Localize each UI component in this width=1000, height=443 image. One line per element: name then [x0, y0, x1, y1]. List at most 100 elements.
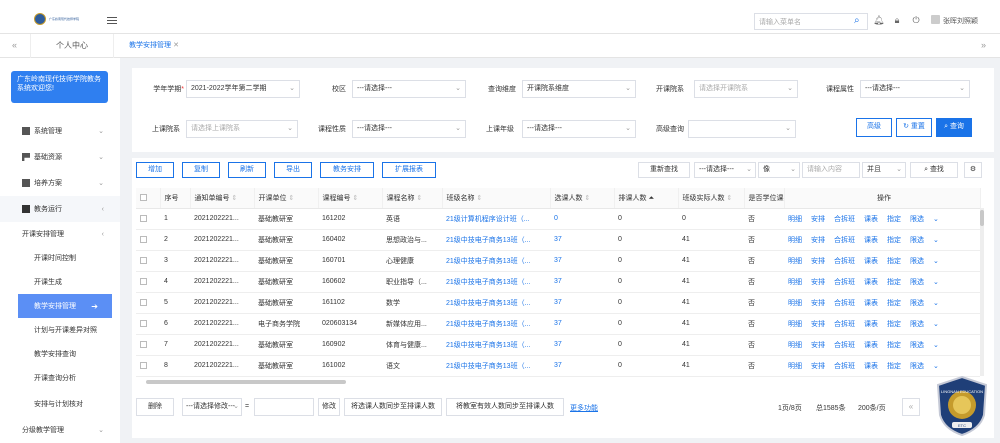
row-checkbox[interactable]	[136, 292, 160, 314]
requery-button[interactable]: 重新查找	[638, 162, 690, 178]
attr-select[interactable]: ---请选择--- ⌄	[860, 80, 970, 98]
cell-selected[interactable]: 37	[550, 250, 614, 272]
row-checkbox[interactable]	[136, 355, 160, 377]
search-icon[interactable]: ⌕	[854, 16, 864, 26]
row-action-link[interactable]: 指定	[887, 216, 901, 223]
bell-icon[interactable]: 🔔︎	[873, 15, 884, 25]
dept-select[interactable]: 请选择开课院系 ⌄	[694, 80, 798, 98]
modify-button[interactable]: 修改	[318, 398, 340, 416]
row-action-link[interactable]: 限选	[910, 363, 924, 370]
row-action-link[interactable]: 课表	[864, 342, 878, 349]
settings-icon[interactable]: ⚙	[964, 162, 982, 178]
row-action-link[interactable]: 指定	[887, 300, 901, 307]
export-button[interactable]: 导出	[274, 162, 312, 178]
add-button[interactable]: 增加	[136, 162, 174, 178]
row-checkbox[interactable]	[136, 334, 160, 356]
reset-button[interactable]: ↻ 重置	[896, 118, 932, 137]
table-row[interactable]: 5 2021202221... 基础教研室 161102 数学 21级中技电子商务13班（…	[136, 292, 980, 314]
vertical-scrollbar[interactable]	[980, 208, 984, 376]
row-action-link[interactable]: 限选	[910, 258, 924, 265]
row-action-link[interactable]: 安排	[811, 279, 825, 286]
cell-class[interactable]: 21级计算机程序设计班（...	[442, 208, 550, 230]
power-icon[interactable]: ⏻	[911, 15, 921, 25]
dim-select[interactable]: 开课院系维度 ⌄	[522, 80, 636, 98]
table-row[interactable]: 3 2021202221... 基础教研室 160701 心理健康 21级中技电子商务13…	[136, 250, 980, 272]
sidebar-item-system[interactable]: 系统管理 ⌄	[0, 118, 120, 144]
class-dept-select[interactable]: 请选择上课院系 ⌄	[186, 120, 298, 138]
cell-class[interactable]: 21级中技电子商务13班（...	[442, 355, 550, 377]
sidebar-item-plan-diff[interactable]: 计划与开课差异对照	[0, 318, 120, 342]
row-action-link[interactable]: 限选	[910, 279, 924, 286]
row-action-link[interactable]: 指定	[887, 258, 901, 265]
logic-select[interactable]: 并且 ⌄	[862, 162, 906, 178]
lock-icon[interactable]: 🔒︎	[892, 15, 902, 25]
sync-valid-button[interactable]: 将教室有效人数同步至排课人数	[446, 398, 564, 416]
table-row[interactable]: 2 2021202221... 基础教研室 160402 思想政治与... 21级中技电子…	[136, 229, 980, 251]
sidebar-item-course-arrangement[interactable]: 开课安排管理 ‹	[0, 222, 120, 246]
col-header[interactable]: 课程编号 ⇕	[318, 188, 383, 209]
row-action-link[interactable]: 明细	[788, 300, 802, 307]
field-select[interactable]: ---请选择--- ⌄	[694, 162, 756, 178]
sidebar-item-course-analysis[interactable]: 开课查询分析	[0, 366, 120, 390]
sidebar-item-plan-check[interactable]: 安排与计划核对	[0, 392, 120, 416]
cell-selected[interactable]: 37	[550, 271, 614, 293]
sidebar-item-course-generation[interactable]: 开课生成	[0, 270, 120, 294]
row-action-link[interactable]: 合拆班	[834, 258, 855, 265]
cell-class[interactable]: 21级中技电子商务13班（...	[442, 334, 550, 356]
sidebar-item-time-control[interactable]: 开课时间控制	[0, 246, 120, 270]
more-functions-link[interactable]: 更多功能	[570, 403, 598, 413]
school-logo[interactable]: 广东岭南现代技师学院	[34, 12, 104, 26]
tab-teaching-arrangement[interactable]: 教学安排管理 ✕	[120, 34, 188, 58]
row-action-link[interactable]: 合拆班	[834, 216, 855, 223]
row-action-link[interactable]: 限选	[910, 237, 924, 244]
first-page-icon[interactable]: «	[902, 398, 920, 416]
row-action-link[interactable]: 明细	[788, 258, 802, 265]
sidebar-item-graded-teaching[interactable]: 分级教学管理 ⌄	[0, 418, 120, 442]
row-checkbox[interactable]	[136, 250, 160, 272]
avatar[interactable]	[931, 15, 940, 24]
row-action-link[interactable]: 指定	[887, 363, 901, 370]
row-checkbox[interactable]	[136, 271, 160, 293]
row-checkbox[interactable]	[136, 229, 160, 251]
sync-selected-button[interactable]: 将选课人数同步至排课人数	[344, 398, 442, 416]
close-icon[interactable]: ✕	[173, 42, 179, 49]
row-action-link[interactable]: 合拆班	[834, 300, 855, 307]
row-action-link[interactable]: 限选	[910, 321, 924, 328]
batch-modify-select[interactable]: ---请选择修改--- ⌄	[182, 398, 242, 416]
cell-selected[interactable]: 0	[550, 208, 614, 230]
row-action-link[interactable]: 课表	[864, 321, 878, 328]
row-action-link[interactable]: 明细	[788, 342, 802, 349]
refresh-button[interactable]: 刷新	[228, 162, 266, 178]
extended-report-button[interactable]: 扩展报表	[382, 162, 436, 178]
row-action-link[interactable]: 明细	[788, 279, 802, 286]
cell-class[interactable]: 21级中技电子商务13班（...	[442, 313, 550, 335]
select-all-checkbox[interactable]	[136, 188, 161, 209]
chevron-down-icon[interactable]: ⌄	[933, 321, 939, 328]
col-header[interactable]: 班级实际人数 ⇕	[678, 188, 745, 209]
row-action-link[interactable]: 安排	[811, 363, 825, 370]
cell-selected[interactable]: 37	[550, 334, 614, 356]
delete-button[interactable]: 删除	[136, 398, 174, 416]
col-header[interactable]: 班级名称 ⇕	[442, 188, 551, 209]
adv-query-select[interactable]: ⌄	[688, 120, 796, 138]
col-header[interactable]: 课程名称 ⇕	[382, 188, 443, 209]
term-select[interactable]: 2021-2022学年第二学期 ⌄	[186, 80, 300, 98]
batch-value-input[interactable]	[254, 398, 314, 416]
chevron-down-icon[interactable]: ⌄	[933, 279, 939, 286]
row-action-link[interactable]: 限选	[910, 342, 924, 349]
tab-prev-icon[interactable]: «	[12, 40, 17, 50]
sidebar-item-arrangement-query[interactable]: 教学安排查询	[0, 342, 120, 366]
chevron-down-icon[interactable]: ⌄	[933, 258, 939, 265]
cell-selected[interactable]: 37	[550, 229, 614, 251]
tab-next-icon[interactable]: »	[981, 40, 986, 50]
cell-class[interactable]: 21级中技电子商务13班（...	[442, 271, 550, 293]
row-action-link[interactable]: 安排	[811, 300, 825, 307]
tab-personal-center[interactable]: 个人中心	[30, 34, 114, 58]
row-action-link[interactable]: 指定	[887, 321, 901, 328]
table-row[interactable]: 8 2021202221... 基础教研室 161002 语文 21级中技电子商务13班（…	[136, 355, 980, 377]
row-action-link[interactable]: 安排	[811, 258, 825, 265]
row-action-link[interactable]: 合拆班	[834, 342, 855, 349]
col-header[interactable]: 通知单编号 ⇕	[190, 188, 255, 209]
row-action-link[interactable]: 指定	[887, 342, 901, 349]
row-checkbox[interactable]	[136, 208, 160, 230]
